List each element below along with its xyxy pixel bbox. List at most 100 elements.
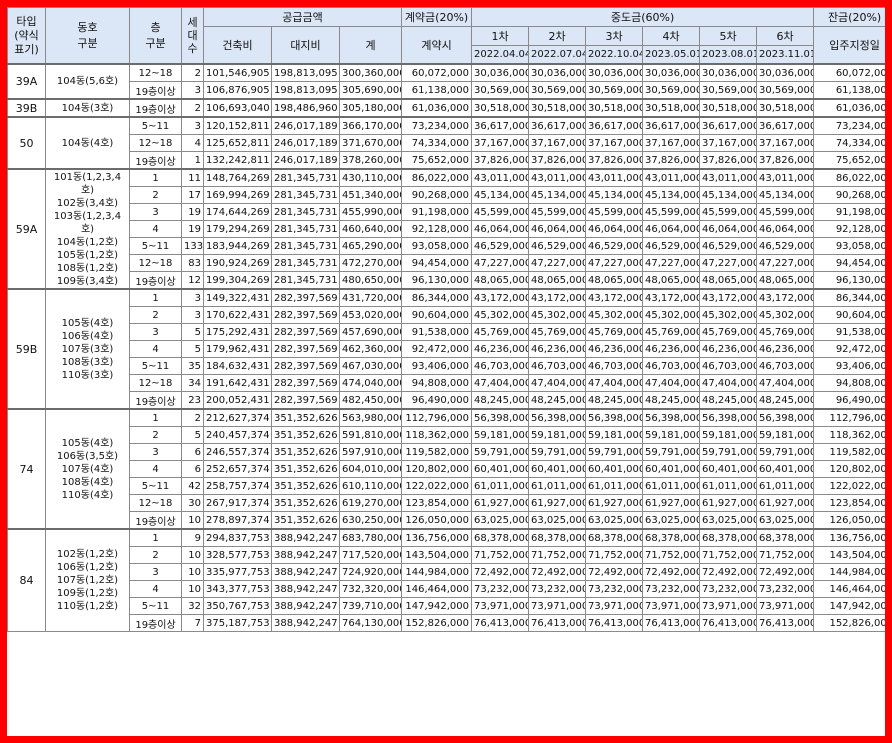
middle-payment-cell: 59,791,000	[756, 443, 815, 461]
units-cell: 3	[181, 288, 204, 307]
land-cost-cell: 388,942,247	[271, 546, 340, 564]
total-cell: 474,040,000	[338, 374, 403, 392]
building-cost-cell: 350,767,753	[203, 597, 272, 615]
deposit-cell: 112,796,000	[401, 408, 473, 427]
middle-payment-cell: 45,134,000	[756, 186, 815, 204]
units-cell: 3	[181, 306, 204, 324]
deposit-cell: 93,058,000	[401, 237, 473, 255]
supply-price-table: 타입 (약식 표기) 동호 구분 층 구분 세 대 수 공급금액 계약금(20%…	[7, 7, 885, 632]
land-cost-cell: 351,352,626	[271, 477, 340, 495]
middle-payment-cell: 71,752,000	[642, 546, 701, 564]
balance-cell: 122,022,000	[813, 477, 885, 495]
middle-payment-cell: 45,302,000	[699, 306, 758, 324]
middle-payment-cell: 43,011,000	[642, 168, 701, 187]
middle-payment-cell: 46,529,000	[528, 237, 587, 255]
middle-payment-cell: 63,025,000	[471, 511, 530, 530]
deposit-cell: 120,802,000	[401, 460, 473, 478]
balance-cell: 93,406,000	[813, 357, 885, 375]
total-cell: 717,520,000	[338, 546, 403, 564]
middle-payment-cell: 30,036,000	[699, 63, 758, 82]
balance-cell: 96,130,000	[813, 271, 885, 290]
middle-payment-cell: 60,401,000	[699, 460, 758, 478]
dong-cell: 105동(4호) 106동(3,5호) 107동(4호) 108동(4호) 11…	[45, 408, 130, 530]
middle-payment-cell: 45,134,000	[528, 186, 587, 204]
middle-payment-cell: 48,245,000	[642, 391, 701, 410]
floor-cell: 4	[129, 340, 182, 358]
middle-payment-cell: 30,036,000	[585, 63, 644, 82]
floor-cell: 4	[129, 580, 182, 598]
floor-cell: 1	[129, 408, 182, 427]
header-type: 타입 (약식 표기)	[7, 7, 46, 65]
middle-payment-cell: 45,302,000	[756, 306, 815, 324]
middle-payment-cell: 46,529,000	[699, 237, 758, 255]
dong-cell: 101동(1,2,3,4호) 102동(3,4호) 103동(1,2,3,4호)…	[45, 168, 130, 290]
middle-payment-cell: 72,492,000	[756, 563, 815, 581]
middle-payment-cell: 63,025,000	[699, 511, 758, 530]
land-cost-cell: 198,486,960	[271, 98, 340, 118]
middle-payment-cell: 48,245,000	[471, 391, 530, 410]
middle-payment-cell: 61,011,000	[585, 477, 644, 495]
floor-cell: 19층이상	[129, 391, 182, 410]
middle-payment-cell: 76,413,000	[756, 614, 815, 632]
middle-payment-cell: 37,826,000	[471, 151, 530, 170]
total-cell: 453,020,000	[338, 306, 403, 324]
table-row: 74 105동(4호) 106동(3,5호) 107동(4호) 108동(4호) …	[7, 408, 885, 530]
deposit-cell: 94,454,000	[401, 254, 473, 272]
header-installment-date: 2023.05.01	[642, 45, 701, 65]
type-cell: 74	[7, 408, 46, 530]
middle-payment-cell: 46,236,000	[471, 340, 530, 358]
middle-payment-cell: 43,172,000	[528, 288, 587, 307]
table-row: 3 10 335,977,753 388,942,247 724,920,000 144,…	[8, 563, 885, 581]
middle-payment-cell: 46,529,000	[642, 237, 701, 255]
building-cost-cell: 132,242,811	[203, 151, 272, 170]
middle-payment-cell: 37,826,000	[699, 151, 758, 170]
middle-payment-cell: 60,401,000	[756, 460, 815, 478]
middle-payment-cell: 63,025,000	[756, 511, 815, 530]
middle-payment-cell: 46,236,000	[756, 340, 815, 358]
building-cost-cell: 328,577,753	[203, 546, 272, 564]
balance-cell: 92,128,000	[813, 220, 885, 238]
header-installment-label: 5차	[699, 26, 758, 46]
middle-payment-cell: 61,011,000	[699, 477, 758, 495]
land-cost-cell: 281,345,731	[271, 168, 340, 187]
building-cost-cell: 179,294,269	[203, 220, 272, 238]
balance-cell: 90,604,000	[813, 306, 885, 324]
middle-payment-cell: 60,401,000	[585, 460, 644, 478]
middle-payment-cell: 47,227,000	[471, 254, 530, 272]
middle-payment-cell: 47,227,000	[528, 254, 587, 272]
middle-payment-cell: 30,036,000	[756, 63, 815, 82]
deposit-cell: 86,344,000	[401, 288, 473, 307]
middle-payment-cell: 56,398,000	[528, 408, 587, 427]
middle-payment-cell: 43,011,000	[756, 168, 815, 187]
middle-payment-cell: 68,378,000	[585, 528, 644, 547]
building-cost-cell: 179,962,431	[203, 340, 272, 358]
middle-payment-cell: 45,599,000	[528, 203, 587, 221]
middle-payment-cell: 48,065,000	[528, 271, 587, 290]
middle-payment-cell: 36,617,000	[642, 116, 701, 135]
deposit-cell: 119,582,000	[401, 443, 473, 461]
header-deposit-group: 계약금(20%)	[401, 7, 473, 27]
units-cell: 5	[181, 340, 204, 358]
middle-payment-cell: 48,065,000	[471, 271, 530, 290]
middle-payment-cell: 73,232,000	[756, 580, 815, 598]
building-cost-cell: 199,304,269	[203, 271, 272, 290]
total-cell: 457,690,000	[338, 323, 403, 341]
middle-payment-cell: 46,703,000	[642, 357, 701, 375]
land-cost-cell: 351,352,626	[271, 511, 340, 530]
floor-cell: 12~18	[129, 254, 182, 272]
header-total: 계	[338, 26, 403, 65]
land-cost-cell: 281,345,731	[271, 186, 340, 204]
middle-payment-cell: 71,752,000	[585, 546, 644, 564]
total-cell: 366,170,000	[338, 116, 403, 135]
land-cost-cell: 281,345,731	[271, 237, 340, 255]
table-row: 2 17 169,994,269 281,345,731 451,340,000 90,2…	[8, 186, 885, 204]
header-building: 건축비	[203, 26, 272, 65]
table-row: 39B 104동(3호) 19층이상 2 106,693,040 198,486,960 3…	[7, 98, 885, 118]
middle-payment-cell: 46,236,000	[699, 340, 758, 358]
header-installment-date: 2023.11.01	[756, 45, 815, 65]
balance-cell: 86,344,000	[813, 288, 885, 307]
total-cell: 591,810,000	[338, 426, 403, 444]
middle-payment-cell: 76,413,000	[642, 614, 701, 632]
middle-payment-cell: 61,011,000	[642, 477, 701, 495]
middle-payment-cell: 43,011,000	[585, 168, 644, 187]
